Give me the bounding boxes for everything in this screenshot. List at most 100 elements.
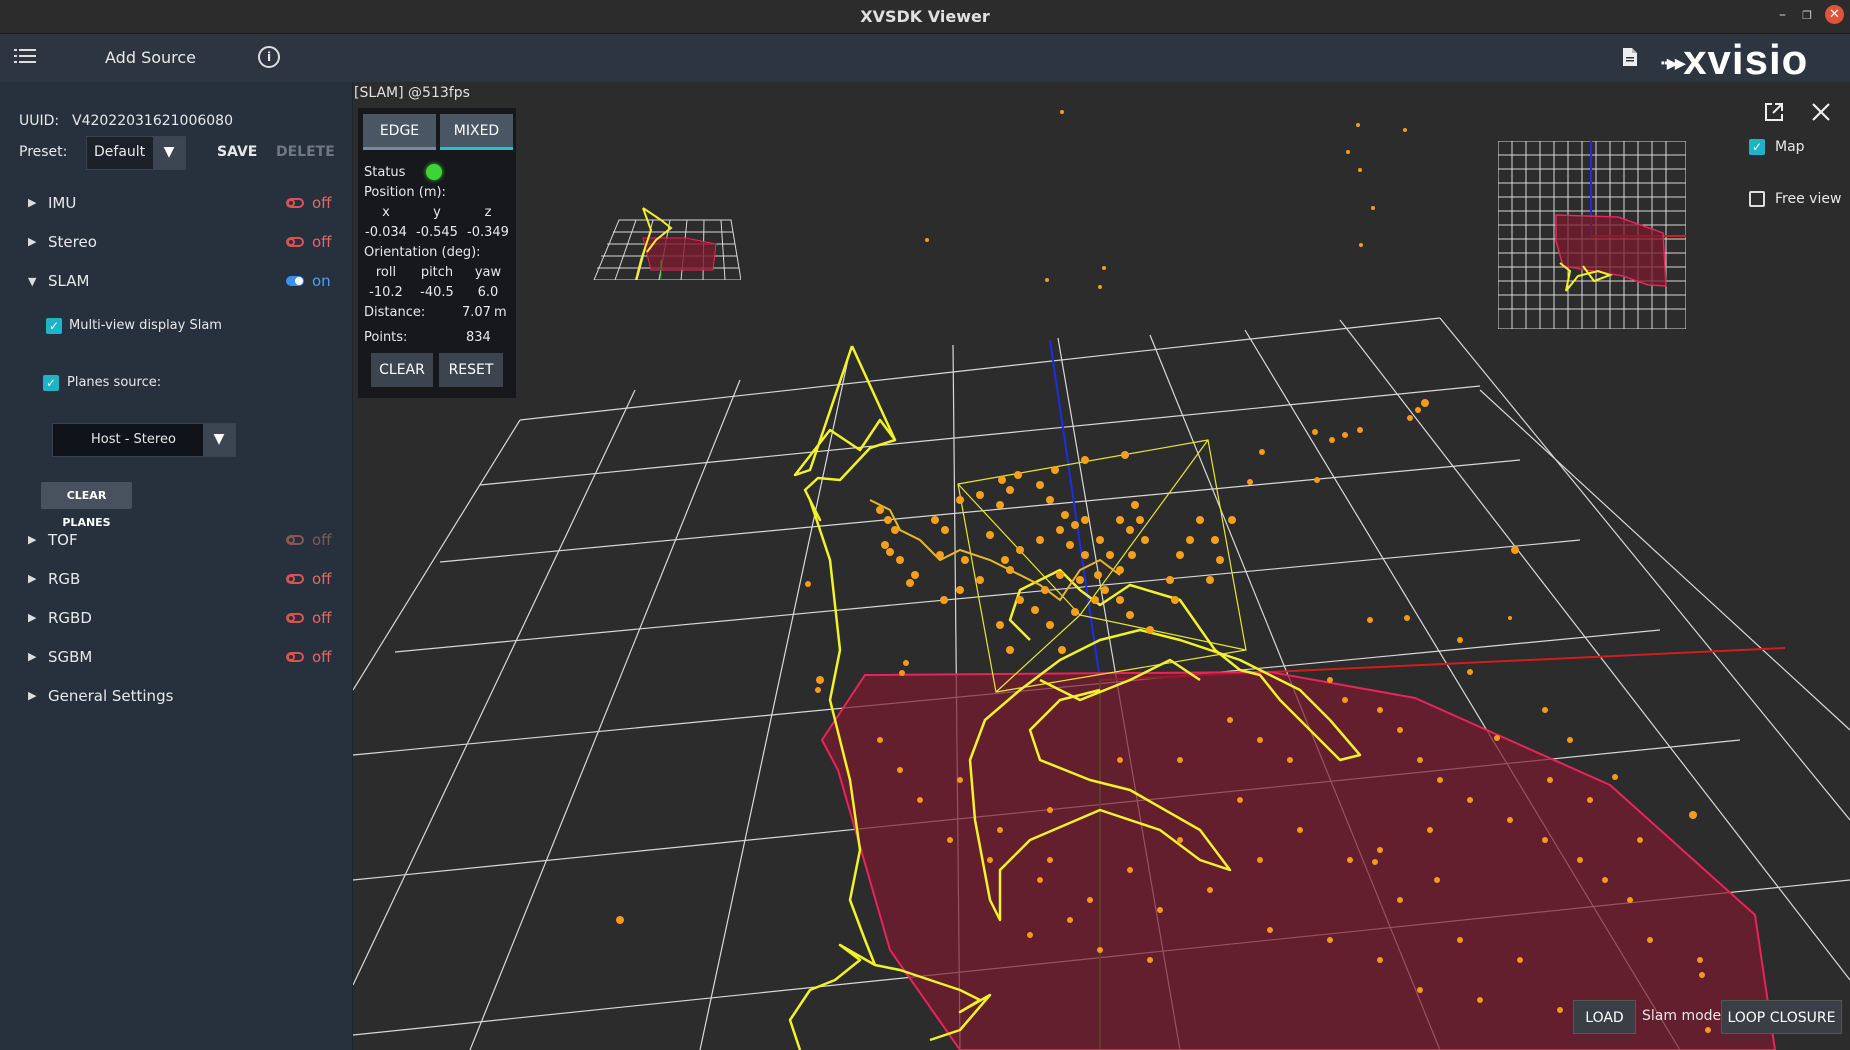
toggle-switch[interactable] <box>286 237 304 247</box>
preset-label: Preset: <box>19 144 68 160</box>
collapse-arrow-icon: ▼ <box>28 275 37 288</box>
status-label: Status <box>364 165 406 180</box>
orientation-label: Orientation (deg): <box>364 245 481 260</box>
sidebar-item-label: SLAM <box>48 272 90 290</box>
toggle-state: off <box>312 648 332 666</box>
save-button[interactable]: SAVE <box>217 144 257 160</box>
planes-source-value: Host - Stereo <box>91 432 176 447</box>
expand-arrow-icon: ▶ <box>28 689 37 702</box>
settings-sidebar: UUID: V42022031621006080 Preset: Default… <box>0 82 353 1050</box>
uuid-label: UUID: <box>19 113 60 129</box>
document-icon[interactable] <box>1622 47 1638 67</box>
mixed-button[interactable]: MIXED <box>440 114 513 150</box>
menu-icon[interactable] <box>14 46 38 66</box>
position-label: Position (m): <box>364 185 446 200</box>
sidebar-item-label: RGB <box>48 570 81 588</box>
pos-x-header: x <box>382 205 390 220</box>
dropdown-arrow-icon: ▼ <box>153 137 185 169</box>
pos-x-value: -0.034 <box>365 225 407 240</box>
clear-button[interactable]: CLEAR <box>371 353 433 387</box>
points-label: Points: <box>364 330 408 345</box>
pos-z-value: -0.349 <box>467 225 509 240</box>
pos-y-value: -0.545 <box>416 225 458 240</box>
sidebar-item-sgbm[interactable]: ▶ SGBM off <box>28 646 338 670</box>
expand-arrow-icon: ▶ <box>28 196 37 209</box>
toggle-state: on <box>312 272 331 290</box>
expand-arrow-icon: ▶ <box>28 235 37 248</box>
close-window-icon[interactable]: ✕ <box>1825 5 1844 24</box>
pitch-value: -40.5 <box>420 285 454 300</box>
mini-perspective-view <box>593 207 741 280</box>
map-label: Map <box>1775 139 1805 155</box>
pitch-header: pitch <box>420 265 454 280</box>
distance-value: 7.07 <box>462 305 491 320</box>
delete-button[interactable]: DELETE <box>276 144 335 160</box>
restore-icon[interactable]: ❐ <box>1802 9 1812 22</box>
edge-button[interactable]: EDGE <box>363 114 436 150</box>
sidebar-item-imu[interactable]: ▶ IMU off <box>28 192 338 216</box>
minimize-icon[interactable]: – <box>1779 7 1786 23</box>
pos-y-header: y <box>433 205 441 220</box>
sidebar-item-rgb[interactable]: ▶ RGB off <box>28 568 338 592</box>
clear-planes-button[interactable]: CLEAR PLANES <box>41 482 132 529</box>
title-bar: XVSDK Viewer – ❐ ✕ <box>0 0 1850 34</box>
toggle-switch[interactable] <box>286 574 304 584</box>
expand-arrow-icon: ▶ <box>28 611 37 624</box>
sidebar-item-rgbd[interactable]: ▶ RGBD off <box>28 607 338 631</box>
window-title: XVSDK Viewer <box>860 7 990 26</box>
sidebar-item-general-settings[interactable]: ▶ General Settings <box>28 685 338 709</box>
add-source-button[interactable]: Add Source <box>105 48 196 67</box>
load-button[interactable]: LOAD <box>1573 1000 1636 1034</box>
top-toolbar: Add Source i ∙∙▸▸xvisio <box>0 34 1850 83</box>
info-icon[interactable]: i <box>258 46 280 68</box>
multi-view-checkbox[interactable]: ✓ <box>46 318 62 334</box>
sidebar-item-slam[interactable]: ▼ SLAM on <box>28 270 338 294</box>
free-view-label: Free view <box>1775 191 1842 207</box>
map-checkbox[interactable]: ✓ <box>1749 139 1765 155</box>
y-axis-line <box>1049 339 1101 681</box>
preset-value: Default <box>94 144 146 160</box>
roll-header: roll <box>375 265 397 280</box>
expand-arrow-icon: ▶ <box>28 650 37 663</box>
expand-arrow-icon: ▶ <box>28 533 37 546</box>
slam-3d-viewport[interactable]: ✓ Map Free view <box>353 82 1850 1050</box>
distance-label: Distance: <box>364 305 426 320</box>
multi-view-label: Multi-view display Slam <box>69 318 222 333</box>
toggle-state: off <box>312 194 332 212</box>
toggle-switch[interactable] <box>286 652 304 662</box>
toggle-switch[interactable] <box>286 198 304 208</box>
toggle-switch[interactable] <box>286 276 304 286</box>
toggle-switch[interactable] <box>286 535 304 545</box>
planes-source-select[interactable]: Host - Stereo ▼ <box>52 423 236 457</box>
planes-source-checkbox[interactable]: ✓ <box>43 375 59 391</box>
sidebar-item-stereo[interactable]: ▶ Stereo off <box>28 231 338 255</box>
distance-unit: m <box>494 305 507 320</box>
slam-fps-label: [SLAM] @513fps <box>354 85 470 101</box>
mini-top-view <box>1498 141 1686 329</box>
sidebar-item-tof[interactable]: ▶ TOF off <box>28 529 338 553</box>
toggle-state: off <box>312 531 332 549</box>
toggle-switch[interactable] <box>286 613 304 623</box>
toggle-state: off <box>312 609 332 627</box>
sidebar-item-label: TOF <box>48 531 78 549</box>
status-indicator-icon <box>426 164 442 180</box>
xvisio-logo: ∙∙▸▸xvisio <box>1660 36 1809 83</box>
loop-closure-button[interactable]: LOOP CLOSURE <box>1721 1000 1842 1034</box>
close-view-icon[interactable] <box>1810 101 1832 123</box>
yaw-header: yaw <box>474 265 502 280</box>
sidebar-item-label: Stereo <box>48 233 97 251</box>
slam-info-panel: EDGE MIXED Status Position (m): x y z -0… <box>358 108 516 398</box>
toggle-state: off <box>312 233 332 251</box>
dropdown-arrow-icon: ▼ <box>203 424 235 456</box>
pos-z-header: z <box>484 205 492 220</box>
expand-arrow-icon: ▶ <box>28 572 37 585</box>
sidebar-item-label: SGBM <box>48 648 93 666</box>
points-value: 834 <box>466 330 491 345</box>
uuid-value: V42022031621006080 <box>72 113 233 129</box>
free-view-checkbox[interactable] <box>1749 191 1765 207</box>
reset-button[interactable]: RESET <box>439 353 503 387</box>
sidebar-item-label: General Settings <box>48 687 174 705</box>
preset-select[interactable]: Default ▼ <box>86 136 186 170</box>
open-external-icon[interactable] <box>1763 101 1785 123</box>
planes-source-label: Planes source: <box>67 375 162 390</box>
